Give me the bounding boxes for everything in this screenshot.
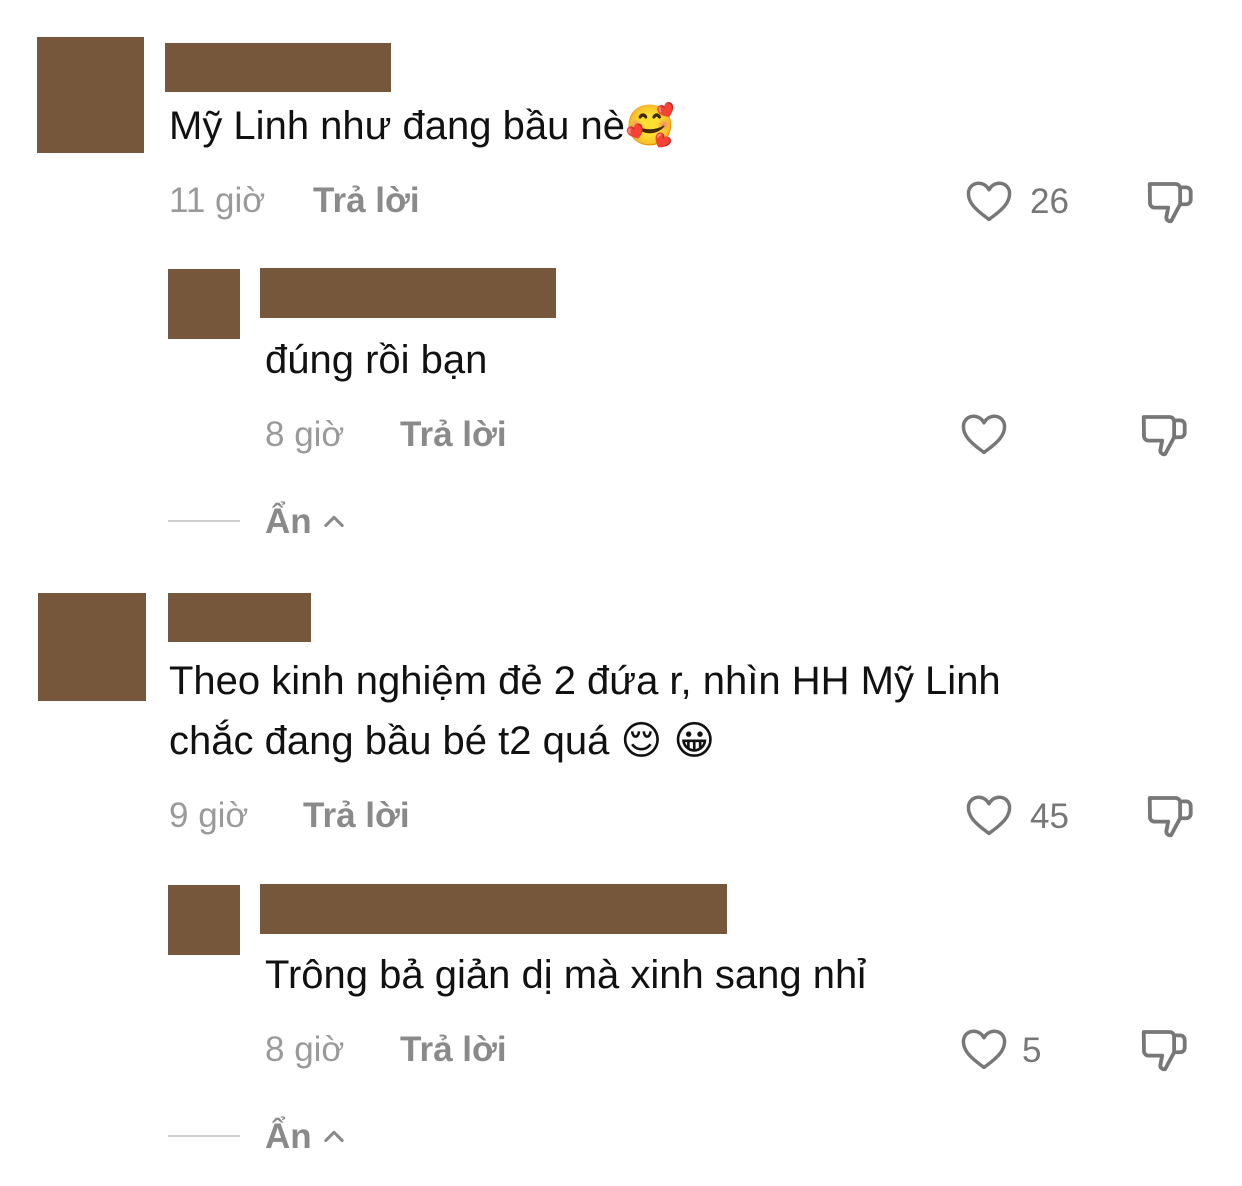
comment-body: chắc đang bầu bé t2 quá bbox=[169, 719, 621, 763]
emoji-smiling-hearts: 🥰 bbox=[625, 104, 675, 148]
reply-username-redacted[interactable] bbox=[260, 268, 556, 318]
reply-button[interactable]: Trả lời bbox=[400, 1030, 507, 1070]
username-redacted[interactable] bbox=[165, 43, 391, 92]
like-count: 26 bbox=[1030, 182, 1069, 221]
comment-body: Mỹ Linh như đang bầu nè bbox=[169, 104, 625, 148]
heart-outline-icon bbox=[966, 795, 1012, 836]
like-button[interactable] bbox=[963, 175, 1015, 227]
reply-like-count: 5 bbox=[1022, 1031, 1042, 1070]
hide-replies-label: Ẩn bbox=[265, 1117, 312, 1156]
thumbs-down-icon bbox=[1147, 182, 1193, 224]
reply-time: 8 giờ bbox=[265, 1030, 345, 1069]
reply-dislike-button[interactable] bbox=[1137, 1023, 1191, 1077]
reply-button[interactable]: Trả lời bbox=[400, 415, 507, 455]
comment-text: Mỹ Linh như đang bầu nè🥰 bbox=[169, 96, 675, 156]
reply-text: Trông bả giản dị mà xinh sang nhỉ bbox=[265, 953, 867, 997]
dislike-button[interactable] bbox=[1143, 175, 1197, 229]
heart-outline-icon bbox=[961, 1029, 1007, 1070]
comment-text-line-1: Theo kinh nghiệm đẻ 2 đứa r, nhìn HH Mỹ … bbox=[169, 659, 1001, 703]
heart-outline-icon bbox=[966, 181, 1012, 222]
avatar[interactable] bbox=[38, 593, 146, 701]
thumbs-down-icon bbox=[1141, 415, 1187, 457]
reply-like-button[interactable] bbox=[958, 408, 1010, 460]
reply-button[interactable]: Trả lời bbox=[313, 181, 420, 221]
like-count: 45 bbox=[1030, 797, 1069, 836]
dislike-button[interactable] bbox=[1143, 789, 1197, 843]
reply-username-redacted[interactable] bbox=[260, 884, 727, 934]
thumbs-down-icon bbox=[1141, 1030, 1187, 1072]
reply-avatar[interactable] bbox=[168, 885, 240, 955]
emoji-relieved: 😌 bbox=[620, 719, 663, 763]
avatar[interactable] bbox=[37, 37, 144, 153]
heart-outline-icon bbox=[961, 414, 1007, 455]
username-redacted[interactable] bbox=[168, 593, 311, 642]
reply-button[interactable]: Trả lời bbox=[303, 796, 410, 836]
divider bbox=[168, 520, 240, 522]
comment-text-line-2: chắc đang bầu bé t2 quá 😌 😀 bbox=[169, 711, 715, 771]
comment-time: 9 giờ bbox=[169, 796, 249, 835]
reply-like-button[interactable] bbox=[958, 1023, 1010, 1075]
hide-replies-label: Ẩn bbox=[265, 502, 312, 541]
chevron-up-icon bbox=[323, 515, 344, 528]
reply-dislike-button[interactable] bbox=[1137, 408, 1191, 462]
hide-replies-button[interactable]: Ẩn bbox=[265, 1115, 348, 1159]
divider bbox=[168, 1135, 240, 1137]
comment-time: 11 giờ bbox=[169, 181, 266, 220]
reply-avatar[interactable] bbox=[168, 269, 240, 339]
reply-time: 8 giờ bbox=[265, 415, 345, 454]
hide-replies-button[interactable]: Ẩn bbox=[265, 500, 348, 544]
thumbs-down-icon bbox=[1147, 796, 1193, 838]
like-button[interactable] bbox=[963, 789, 1015, 841]
emoji-grinning: 😀 bbox=[673, 719, 716, 763]
chevron-up-icon bbox=[323, 1130, 344, 1143]
reply-text: đúng rồi bạn bbox=[265, 338, 488, 382]
